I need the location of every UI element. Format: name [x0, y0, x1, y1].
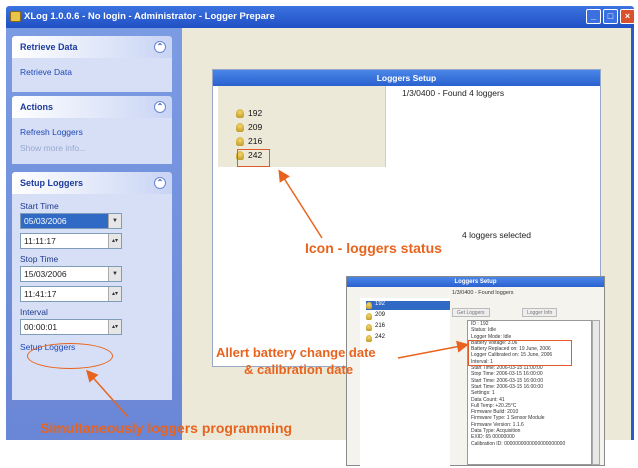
- icon-status-annotation: Icon - loggers status: [305, 240, 442, 256]
- alert-arrow: [397, 340, 469, 359]
- setup-loggers-highlight-ellipse: [27, 343, 113, 369]
- alert-annotation-line2: & calibration date: [244, 362, 354, 377]
- alert-annotation-line1: Allert battery change date: [216, 345, 376, 360]
- programming-annotation: Simultaneously loggers programming: [40, 420, 293, 436]
- programming-arrow: [86, 369, 129, 418]
- icon-status-arrow: [278, 169, 323, 239]
- app-window: XLog 1.0.0.6 - No login - Administrator …: [0, 0, 638, 468]
- alert-annotation: Allert battery change date & calibration…: [216, 344, 376, 378]
- annotation-arrows: [86, 169, 469, 418]
